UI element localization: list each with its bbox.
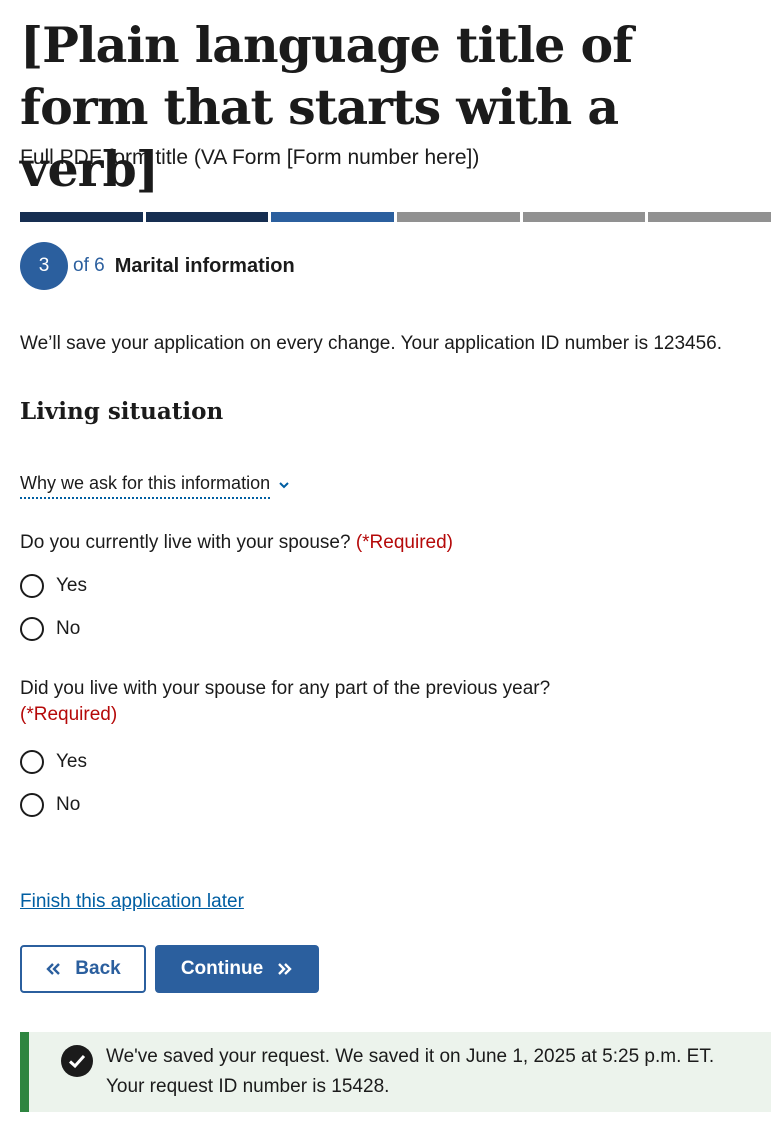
radio-option-no[interactable]: No bbox=[20, 615, 80, 643]
continue-label: Continue bbox=[180, 958, 264, 979]
why-we-ask-toggle[interactable]: Why we ask for this information bbox=[20, 470, 290, 499]
question-label: Do you currently live with your spouse? bbox=[20, 532, 351, 553]
section-title: Living situation bbox=[20, 398, 224, 425]
double-chevron-left-icon bbox=[45, 962, 63, 976]
alert-line: Your request ID number is 15428. bbox=[106, 1076, 390, 1097]
radio-button[interactable] bbox=[20, 793, 44, 817]
radio-label: Yes bbox=[56, 751, 87, 772]
check-circle-icon bbox=[61, 1045, 93, 1077]
question-live-with-spouse: Do you currently live with your spouse? … bbox=[20, 530, 453, 556]
step-name: Marital information bbox=[114, 254, 295, 277]
progress-segment bbox=[145, 212, 269, 222]
progress-segment bbox=[648, 212, 772, 222]
radio-option-yes[interactable]: Yes bbox=[20, 748, 87, 776]
radio-button[interactable] bbox=[20, 574, 44, 598]
page-subtitle: Full PDF form title (VA Form [Form numbe… bbox=[20, 146, 480, 169]
alert-message: We've saved your request. We saved it on… bbox=[106, 1042, 714, 1102]
radio-option-yes[interactable]: Yes bbox=[20, 572, 87, 600]
radio-label: No bbox=[56, 794, 81, 815]
continue-button[interactable]: Continue bbox=[155, 945, 319, 993]
success-alert: We've saved your request. We saved it on… bbox=[20, 1032, 771, 1112]
autosave-note: We’ll save your application on every cha… bbox=[20, 333, 723, 354]
page-title: [Plain language title of form that start… bbox=[20, 16, 633, 198]
progress-segment bbox=[397, 212, 520, 222]
radio-button[interactable] bbox=[20, 750, 44, 774]
progress-bar bbox=[20, 212, 772, 222]
progress-segment bbox=[20, 212, 143, 222]
progress-segment bbox=[522, 212, 646, 222]
radio-option-no[interactable]: No bbox=[20, 791, 80, 819]
step-of-total: of 6 bbox=[73, 255, 105, 276]
progress-segment bbox=[271, 212, 395, 222]
radio-label: No bbox=[56, 618, 81, 639]
chevron-down-icon bbox=[278, 479, 290, 491]
step-number-badge: 3 bbox=[20, 242, 68, 290]
finish-later-link[interactable]: Finish this application later bbox=[20, 889, 244, 915]
question-lived-with-spouse-previous-year: Did you live with your spouse for any pa… bbox=[20, 676, 640, 728]
radio-label: Yes bbox=[56, 575, 87, 596]
alert-line: We've saved your request. We saved it on… bbox=[106, 1046, 715, 1067]
double-chevron-right-icon bbox=[275, 962, 293, 976]
why-we-ask-label: Why we ask for this information bbox=[20, 470, 271, 499]
required-marker: (*Required) bbox=[20, 704, 118, 725]
radio-button[interactable] bbox=[20, 617, 44, 641]
required-marker: (*Required) bbox=[355, 532, 453, 553]
step-indicator: 3 of 6 Marital information bbox=[20, 242, 295, 290]
back-button[interactable]: Back bbox=[20, 945, 146, 993]
back-label: Back bbox=[75, 958, 121, 979]
question-label: Did you live with your spouse for any pa… bbox=[20, 678, 551, 699]
